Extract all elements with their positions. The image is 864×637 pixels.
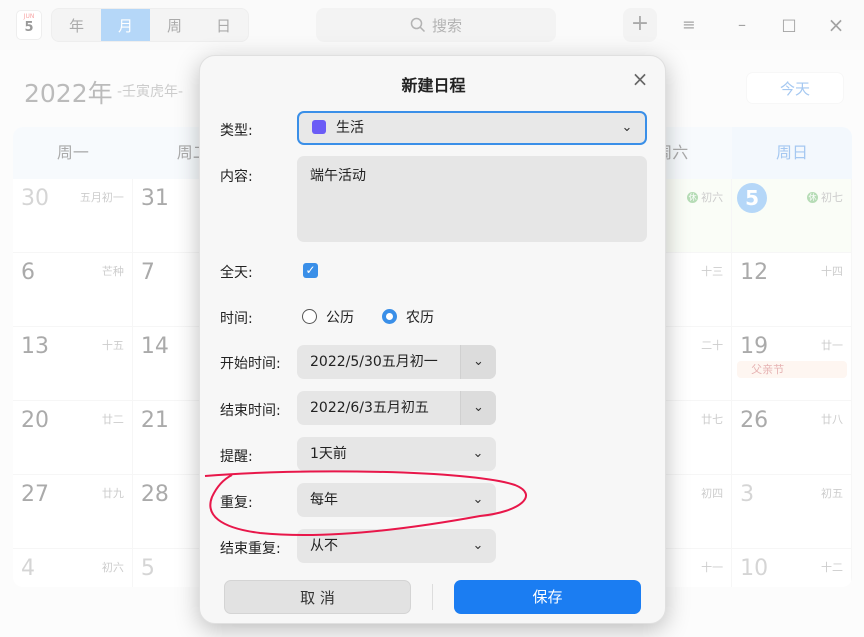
chevron-down-icon: ⌄: [472, 538, 484, 553]
new-event-dialog: 新建日程 × 类型: 生活 ⌄ 内容: 端午活动 全天: ✓ 时间: 公历 农历…: [199, 55, 666, 624]
chevron-down-icon[interactable]: ⌄: [460, 345, 496, 379]
radio-lunar-label: 农历: [406, 310, 434, 326]
start-time-label: 开始时间:: [220, 356, 281, 372]
repeat-label: 重复:: [220, 495, 253, 511]
remind-select[interactable]: 1天前 ⌄: [297, 437, 496, 471]
remind-value: 1天前: [310, 446, 347, 462]
time-label: 时间:: [220, 311, 253, 327]
chevron-down-icon: ⌄: [621, 120, 633, 135]
end-date-value: 2022/6/3五月初五: [310, 400, 429, 416]
close-icon[interactable]: ×: [629, 68, 651, 90]
repeat-value: 每年: [310, 492, 338, 508]
dialog-title: 新建日程: [401, 76, 466, 95]
button-divider: [432, 584, 433, 610]
content-label: 内容:: [220, 169, 253, 185]
allday-label: 全天:: [220, 265, 253, 281]
chevron-down-icon[interactable]: ⌄: [460, 391, 496, 425]
end-repeat-select[interactable]: 从不 ⌄: [297, 529, 496, 563]
chevron-down-icon: ⌄: [472, 446, 484, 461]
repeat-select[interactable]: 每年 ⌄: [297, 483, 496, 517]
cancel-button[interactable]: 取 消: [224, 580, 411, 614]
type-value: 生活: [336, 120, 364, 136]
end-time-label: 结束时间:: [220, 403, 281, 419]
allday-checkbox[interactable]: ✓: [303, 263, 318, 278]
radio-solar-label: 公历: [326, 310, 354, 326]
type-select[interactable]: 生活 ⌄: [297, 111, 647, 145]
end-date-field[interactable]: 2022/6/3五月初五 ⌄: [297, 391, 496, 425]
end-repeat-label: 结束重复:: [220, 541, 281, 557]
chevron-down-icon: ⌄: [472, 492, 484, 507]
remind-label: 提醒:: [220, 449, 253, 465]
save-button[interactable]: 保存: [454, 580, 641, 614]
start-date-field[interactable]: 2022/5/30五月初一 ⌄: [297, 345, 496, 379]
type-label: 类型:: [220, 123, 253, 139]
content-textarea[interactable]: 端午活动: [297, 156, 647, 242]
radio-lunar[interactable]: [382, 309, 397, 324]
type-color-swatch: [312, 120, 326, 134]
end-repeat-value: 从不: [310, 538, 338, 554]
start-date-value: 2022/5/30五月初一: [310, 354, 438, 370]
radio-solar[interactable]: [302, 309, 317, 324]
